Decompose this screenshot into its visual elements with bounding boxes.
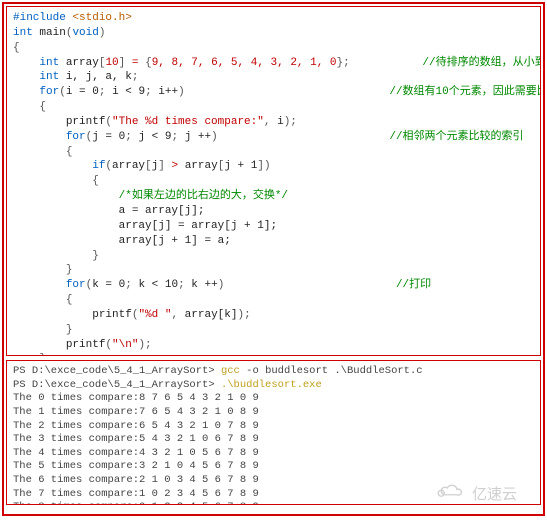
term-out-6: The 6 times compare:2 1 0 3 4 5 6 7 8 9 [13,474,259,486]
preproc: #include [13,12,66,24]
kw-if: if [92,160,105,172]
swap-comment: /*如果左边的比右边的大，交换*/ [119,190,288,202]
term-out-1: The 1 times compare:7 6 5 4 3 2 1 0 8 9 [13,406,259,418]
kw-for: for [39,86,59,98]
term-out-8: The 8 times compare:0 1 2 3 4 5 6 7 8 9 [13,501,259,505]
term-out-2: The 2 times compare:6 5 4 3 2 1 0 7 8 9 [13,420,259,432]
term-out-4: The 4 times compare:4 3 2 1 0 5 6 7 8 9 [13,447,259,459]
prompt: PS D:\exce_code\5_4_1_ArraySort> [13,365,215,377]
fn-main: main [39,27,65,39]
comment-4: //打印 [396,279,431,291]
code-editor-pane: #include <stdio.h> int main(void) { int … [6,6,541,356]
comment-2: //数组有10个元素，因此需要比较9次 [389,86,541,98]
kw-int: int [13,27,33,39]
term-out-5: The 5 times compare:3 2 1 0 4 5 6 7 8 9 [13,460,259,472]
term-out-3: The 3 times compare:5 4 3 2 1 0 6 7 8 9 [13,433,259,445]
term-out-7: The 7 times compare:1 0 2 3 4 5 6 7 8 9 [13,488,259,500]
fn-printf: printf [66,116,106,128]
cmd-run: .\buddlesort.exe [221,379,322,391]
outer-frame: #include <stdio.h> int main(void) { int … [2,2,545,516]
header: <stdio.h> [72,12,131,24]
prompt: PS D:\exce_code\5_4_1_ArraySort> [13,379,215,391]
terminal-pane[interactable]: PS D:\exce_code\5_4_1_ArraySort> gcc -o … [6,360,541,505]
comment-3: //相邻两个元素比较的索引 [389,131,523,143]
comment-1: //待排序的数组，从小到大排列 [422,57,541,69]
term-out-0: The 0 times compare:8 7 6 5 4 3 2 1 0 9 [13,392,259,404]
cmd-gcc: gcc [221,365,240,377]
